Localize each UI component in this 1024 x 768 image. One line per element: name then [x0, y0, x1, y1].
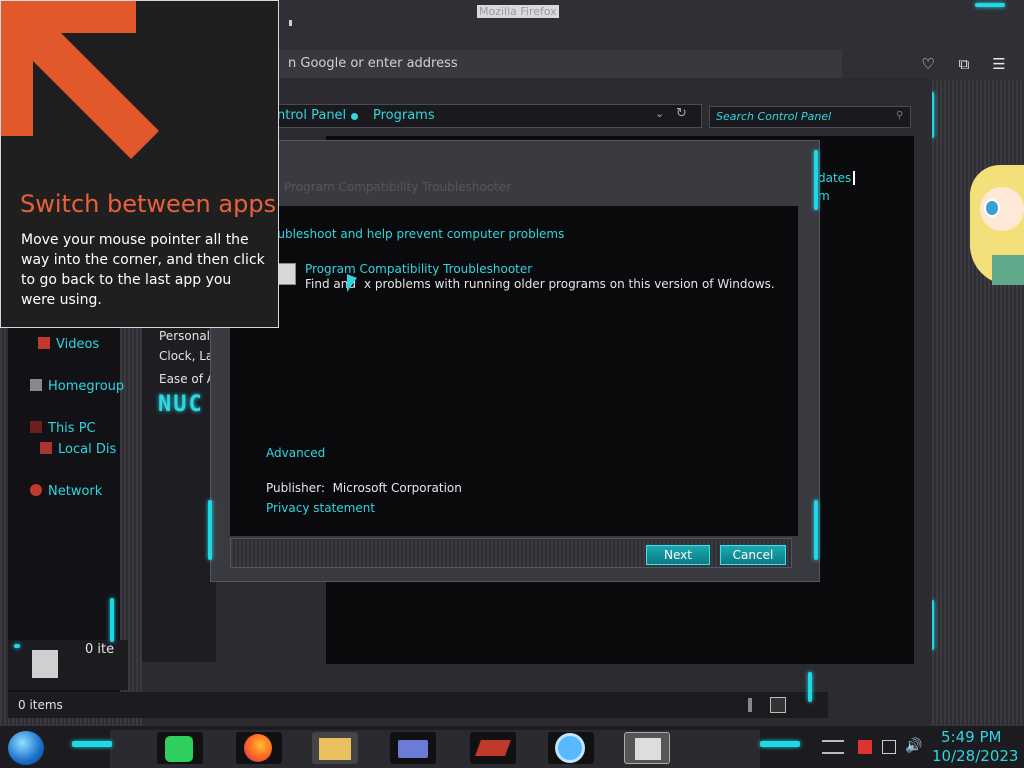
breadcrumb-programs[interactable]: Programs: [373, 108, 435, 123]
troubleshooter-item-description: Find and x problems with running older pr…: [305, 277, 775, 291]
dialog-body: oubleshoot and help prevent computer pro…: [230, 206, 798, 536]
publisher-line: Publisher: Microsoft Corporation: [266, 481, 462, 495]
disk-icon: [40, 442, 52, 454]
volume-icon[interactable]: 🔊: [905, 738, 922, 754]
privacy-statement-link[interactable]: Privacy statement: [266, 501, 375, 515]
troubleshooter-item-title[interactable]: Program Compatibility Troubleshooter: [305, 262, 532, 276]
chevron-down-icon[interactable]: ⌄: [655, 107, 664, 120]
explorer-details-pane: 0 ite: [8, 640, 128, 690]
dialog-glow-right-2: [814, 500, 818, 560]
taskbar-firefox[interactable]: [236, 732, 282, 764]
corner-arrow-icon: [1, 1, 159, 159]
action-center-flag-icon[interactable]: [858, 740, 872, 754]
explorer-nav-pane: Videos Homegroup This PC Local Dis Netwo…: [8, 300, 124, 692]
explorer-status-bar: 0 items: [8, 692, 828, 718]
frame-glow-bottom: [808, 672, 812, 702]
taskbar-id-card-app[interactable]: [390, 732, 436, 764]
nav-item-network[interactable]: Network: [30, 484, 102, 499]
titlebar-glow-accent: [975, 3, 1005, 7]
dialog-heading: oubleshoot and help prevent computer pro…: [270, 227, 565, 241]
network-tray-icon[interactable]: [882, 740, 896, 754]
breadcrumb-separator-icon: [351, 113, 358, 120]
clock-time[interactable]: 5:49 PM: [941, 728, 1001, 746]
nav-item-local-disk[interactable]: Local Dis: [40, 442, 116, 457]
show-desktop-icon[interactable]: [822, 740, 844, 754]
control-panel-address-bar[interactable]: ntrol Panel Programs ⌄ ↻: [270, 104, 702, 128]
notes-app-icon: [165, 736, 193, 762]
text-cursor: [853, 171, 855, 185]
troubleshooter-app-icon: [635, 738, 661, 760]
tooltip-text: Move your mouse pointer all the way into…: [21, 232, 265, 308]
cp-right-link-partial[interactable]: dates: [818, 171, 851, 185]
browser-window-title: Mozilla Firefox: [477, 5, 559, 18]
firefox-icon: [244, 734, 272, 762]
homegroup-icon: [30, 379, 42, 391]
frame-glow-left-1: [14, 644, 20, 648]
theme-logo: NUC: [158, 392, 204, 417]
item-count-partial: 0 ite: [85, 642, 115, 657]
frame-glow-left-2: [110, 598, 114, 642]
taskbar-glow-right: [760, 741, 800, 747]
browser-toolbar: ♡ ⧉ ☰: [842, 48, 1024, 80]
next-button[interactable]: Next: [646, 545, 710, 565]
taskbar-weather-app[interactable]: [548, 732, 594, 764]
nav-item-videos[interactable]: Videos: [38, 337, 99, 352]
extensions-icon[interactable]: ⧉: [953, 53, 975, 75]
advanced-link[interactable]: Advanced: [266, 446, 325, 460]
clock-date[interactable]: 10/28/2023: [932, 747, 1018, 765]
titlebar-mark: [289, 20, 292, 26]
taskbar-glow-left: [72, 741, 112, 747]
refresh-icon[interactable]: ↻: [676, 106, 687, 121]
id-card-app-icon: [398, 740, 428, 758]
address-bar-text: n Google or enter address: [288, 56, 458, 71]
desktop-character-sticker: [962, 165, 1024, 290]
switch-apps-tooltip: Switch between apps Move your mouse poin…: [0, 0, 279, 328]
video-icon: [38, 337, 50, 349]
details-view-icon[interactable]: [748, 698, 752, 712]
dialog-glow-left: [208, 500, 212, 560]
mouse-cursor-icon: [347, 274, 357, 296]
media-app-icon: [475, 740, 511, 756]
file-explorer-icon: [319, 738, 351, 760]
status-text: 0 items: [18, 698, 63, 712]
dialog-glow-right-1: [814, 150, 818, 210]
menu-icon[interactable]: ☰: [988, 53, 1010, 75]
address-bar[interactable]: n Google or enter address: [270, 50, 842, 78]
computer-icon: [30, 421, 42, 433]
start-button[interactable]: [8, 731, 44, 765]
character-dress: [992, 255, 1024, 285]
taskbar-file-explorer[interactable]: [312, 732, 358, 764]
nav-item-homegroup[interactable]: Homegroup: [30, 379, 124, 394]
control-panel-search-box[interactable]: Search Control Panel ⚲: [709, 106, 911, 128]
cancel-button[interactable]: Cancel: [720, 545, 786, 565]
character-eye: [984, 199, 1000, 217]
folder-thumbnail-icon: [32, 650, 58, 678]
weather-app-icon: [558, 736, 582, 760]
taskbar-media-app[interactable]: [470, 732, 516, 764]
troubleshooter-program-icon: [278, 263, 296, 285]
breadcrumb-control-panel[interactable]: ntrol Panel: [277, 108, 346, 123]
dialog-title: Program Compatibility Troubleshooter: [284, 180, 512, 194]
search-placeholder: Search Control Panel: [716, 110, 832, 123]
taskbar-troubleshooter[interactable]: [624, 732, 670, 764]
search-icon[interactable]: ⚲: [896, 110, 903, 121]
taskbar-notes-app[interactable]: [157, 732, 203, 764]
nav-item-this-pc[interactable]: This PC: [30, 421, 96, 436]
tooltip-title: Switch between apps: [20, 190, 277, 218]
network-icon: [30, 484, 42, 496]
pocket-icon[interactable]: ♡: [917, 53, 939, 75]
large-icons-view-icon[interactable]: [770, 697, 786, 713]
